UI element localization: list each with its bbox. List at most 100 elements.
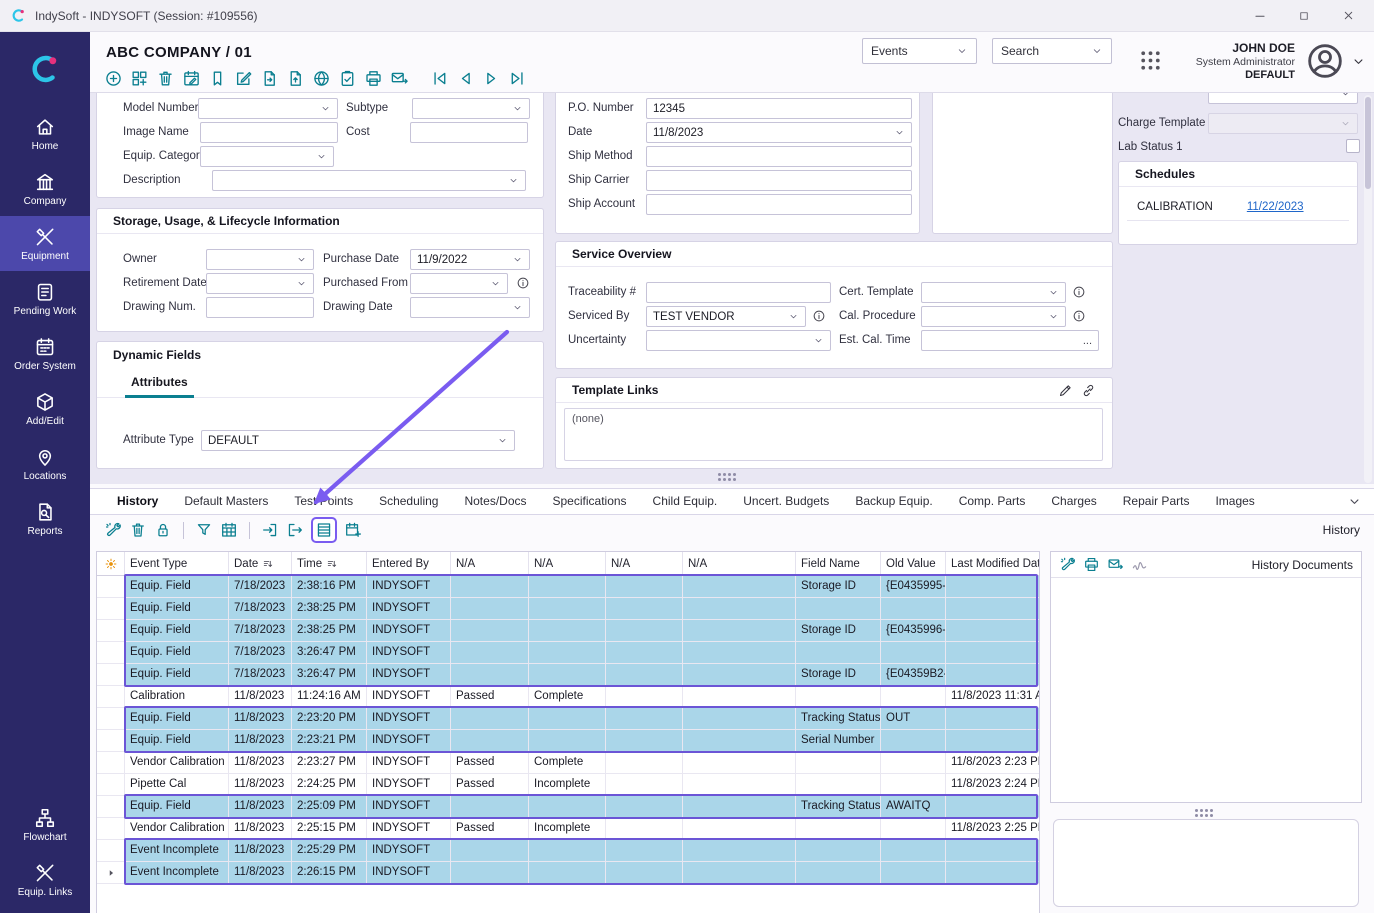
splitter-grip[interactable]: [1195, 809, 1217, 817]
email-send-button[interactable]: [390, 69, 409, 88]
doc-export-button[interactable]: [260, 69, 279, 88]
purchase-date-select[interactable]: 11/9/2022: [410, 249, 530, 270]
calendar-add-button[interactable]: [344, 521, 362, 539]
close-button[interactable]: [1326, 1, 1370, 31]
model-number-select[interactable]: [198, 98, 338, 119]
form-scrollbar[interactable]: [1364, 95, 1372, 483]
purchased-from-select[interactable]: [410, 273, 508, 294]
tab-repair-parts[interactable]: Repair Parts: [1110, 489, 1203, 514]
table-row[interactable]: Equip. Field11/8/20232:23:21 PMINDYSOFTS…: [97, 730, 1039, 752]
calendar-grid-button[interactable]: [220, 521, 238, 539]
tab-specifications[interactable]: Specifications: [540, 489, 640, 514]
tab-scheduling[interactable]: Scheduling: [366, 489, 451, 514]
sidebar-item-equipment[interactable]: Equipment: [0, 216, 90, 271]
table-row[interactable]: Equip. Field7/18/20233:26:47 PMINDYSOFT: [97, 642, 1039, 664]
check-out-button[interactable]: [286, 521, 304, 539]
column-header-icon[interactable]: [97, 552, 125, 575]
table-row[interactable]: Vendor Calibration11/8/20232:25:15 PMIND…: [97, 818, 1039, 840]
minimize-button[interactable]: [1238, 1, 1282, 31]
description-select[interactable]: [212, 170, 526, 191]
column-header-n-a[interactable]: N/A: [683, 552, 796, 575]
form-scrollbar-thumb[interactable]: [1365, 97, 1371, 189]
sidebar-item-reports[interactable]: Reports: [0, 491, 90, 546]
table-row[interactable]: Event Incomplete11/8/20232:25:29 PMINDYS…: [97, 840, 1039, 862]
info-icon[interactable]: [812, 309, 826, 323]
events-dropdown[interactable]: Events: [862, 38, 977, 64]
tab-attributes[interactable]: Attributes: [125, 375, 194, 398]
edit-button[interactable]: [234, 69, 253, 88]
maximize-button[interactable]: [1282, 1, 1326, 31]
table-row[interactable]: Equip. Field11/8/20232:25:09 PMINDYSOFTT…: [97, 796, 1039, 818]
nav-prev-button[interactable]: [456, 69, 475, 88]
sidebar-item-order-system[interactable]: Order System: [0, 326, 90, 381]
chevron-down-icon[interactable]: [1351, 54, 1366, 69]
table-row[interactable]: Equip. Field7/18/20232:38:16 PMINDYSOFTS…: [97, 576, 1039, 598]
drawing-num-input[interactable]: [206, 297, 314, 318]
collapse-chevron-icon[interactable]: [1347, 494, 1362, 509]
column-header-date[interactable]: Date: [229, 552, 292, 575]
column-header-old-value[interactable]: Old Value: [881, 552, 946, 575]
tab-test-points[interactable]: Test Points: [281, 489, 366, 514]
info-icon[interactable]: [1072, 309, 1086, 323]
sidebar-item-company[interactable]: Company: [0, 161, 90, 216]
table-row[interactable]: Event Incomplete11/8/20232:26:15 PMINDYS…: [97, 862, 1039, 884]
tab-child-equip[interactable]: Child Equip.: [640, 489, 731, 514]
serviced-by-select[interactable]: TEST VENDOR: [646, 306, 806, 327]
list-view-button[interactable]: [311, 517, 337, 543]
column-header-n-a[interactable]: N/A: [529, 552, 606, 575]
date-select[interactable]: 11/8/2023: [646, 122, 912, 143]
doc-import-button[interactable]: [286, 69, 305, 88]
column-header-last-modified-date[interactable]: Last Modified Date: [946, 552, 1040, 575]
edit-pencil-icon[interactable]: [1058, 383, 1073, 398]
nav-last-button[interactable]: [508, 69, 527, 88]
schedule-date-link[interactable]: 11/22/2023: [1247, 201, 1304, 213]
splitter-grip[interactable]: [718, 473, 740, 481]
print-button[interactable]: [364, 69, 383, 88]
filter-button[interactable]: [195, 521, 213, 539]
tools-button[interactable]: [1059, 556, 1076, 573]
lock-button[interactable]: [154, 521, 172, 539]
column-header-n-a[interactable]: N/A: [606, 552, 683, 575]
tab-images[interactable]: Images: [1202, 489, 1267, 514]
column-header-event-type[interactable]: Event Type: [125, 552, 229, 575]
equip-category-select[interactable]: [200, 146, 334, 167]
charge-template-select[interactable]: [1208, 113, 1358, 134]
tab-notes-docs[interactable]: Notes/Docs: [451, 489, 539, 514]
uncertainty-select[interactable]: [646, 330, 831, 351]
search-dropdown[interactable]: Search: [992, 38, 1112, 64]
owner-select[interactable]: [206, 249, 314, 270]
email-send-button[interactable]: [1107, 556, 1124, 573]
lab-status-checkbox[interactable]: [1346, 139, 1360, 153]
delete-button[interactable]: [156, 69, 175, 88]
nav-first-button[interactable]: [430, 69, 449, 88]
row-expander[interactable]: [97, 862, 125, 883]
table-row[interactable]: Calibration11/8/202311:24:16 AMINDYSOFTP…: [97, 686, 1039, 708]
drawing-date-select[interactable]: [410, 297, 530, 318]
ship-carrier-input[interactable]: [646, 170, 912, 191]
sidebar-item-locations[interactable]: Locations: [0, 436, 90, 491]
column-header-n-a[interactable]: N/A: [451, 552, 529, 575]
po-number-input[interactable]: 12345: [646, 98, 912, 119]
user-menu[interactable]: JOHN DOE System Administrator DEFAULT: [1196, 41, 1366, 81]
tab-uncert-budgets[interactable]: Uncert. Budgets: [730, 489, 842, 514]
delete-button[interactable]: [129, 521, 147, 539]
clipped-select[interactable]: [1208, 92, 1358, 104]
table-row[interactable]: Equip. Field11/8/20232:23:20 PMINDYSOFTT…: [97, 708, 1039, 730]
table-row[interactable]: Vendor Calibration11/8/20232:23:27 PMIND…: [97, 752, 1039, 774]
check-in-button[interactable]: [261, 521, 279, 539]
cal-procedure-select[interactable]: [921, 306, 1066, 327]
ship-method-input[interactable]: [646, 146, 912, 167]
table-row[interactable]: Equip. Field7/18/20233:26:47 PMINDYSOFTS…: [97, 664, 1039, 686]
tab-backup-equip[interactable]: Backup Equip.: [842, 489, 945, 514]
template-links-content[interactable]: (none): [564, 408, 1103, 461]
documents-drop-area[interactable]: [1053, 819, 1359, 907]
cert-template-select[interactable]: [921, 282, 1066, 303]
tab-default-masters[interactable]: Default Masters: [171, 489, 281, 514]
signature-button[interactable]: [1131, 556, 1148, 573]
column-header-entered-by[interactable]: Entered By: [367, 552, 451, 575]
schedule-row[interactable]: CALIBRATION 11/22/2023: [1127, 194, 1349, 221]
clipboard-check-button[interactable]: [338, 69, 357, 88]
print-button[interactable]: [1083, 556, 1100, 573]
retirement-date-select[interactable]: [206, 273, 314, 294]
add-grid-button[interactable]: [130, 69, 149, 88]
